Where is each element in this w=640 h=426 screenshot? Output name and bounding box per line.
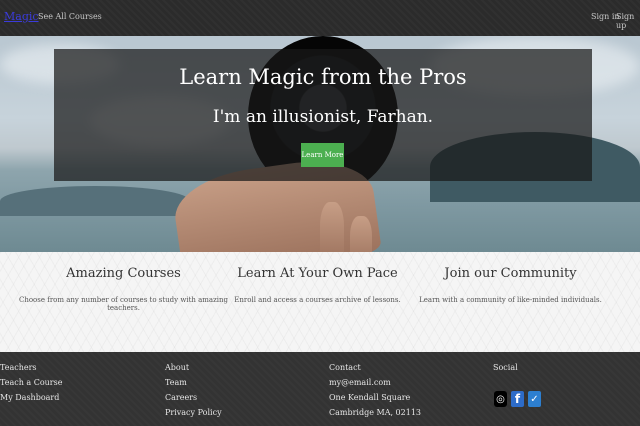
- feature-text: Learn with a community of like-minded in…: [419, 296, 602, 304]
- footer-address-line2: Cambridge MA, 02113: [329, 408, 422, 417]
- feature-title: Learn At Your Own Pace: [237, 266, 398, 281]
- navbar: Magic See All Courses Sign in Sign up: [0, 0, 640, 36]
- hero-subtitle: I'm an illusionist, Farhan.: [212, 107, 434, 127]
- footer-link-dashboard[interactable]: My Dashboard: [0, 390, 62, 405]
- sign-up-link[interactable]: Sign up: [616, 12, 640, 30]
- social-icons: ◎ f ✓: [494, 391, 541, 407]
- github-icon[interactable]: ◎: [494, 391, 507, 407]
- feature-community: Join our Community Learn with a communit…: [404, 252, 617, 304]
- twitter-icon[interactable]: ✓: [528, 391, 541, 407]
- learn-more-button[interactable]: Learn More: [301, 143, 344, 167]
- footer-heading-social: Social: [493, 363, 518, 372]
- hero-overlay-panel: Learn Magic from the Pros I'm an illusio…: [54, 49, 592, 181]
- footer-link-teach-course[interactable]: Teach a Course: [0, 375, 62, 390]
- feature-title: Join our Community: [444, 266, 577, 281]
- hero-section: Learn Magic from the Pros I'm an illusio…: [0, 36, 640, 252]
- hero-mountain: [0, 186, 190, 216]
- facebook-icon[interactable]: f: [511, 391, 524, 407]
- hand-finger: [320, 202, 344, 252]
- footer-link-team[interactable]: Team: [165, 375, 222, 390]
- feature-title: Amazing Courses: [66, 266, 181, 281]
- see-all-courses-link[interactable]: See All Courses: [38, 12, 102, 21]
- brand-logo-link[interactable]: Magic: [4, 10, 39, 23]
- footer-link-careers[interactable]: Careers: [165, 390, 222, 405]
- footer-email[interactable]: my@email.com: [329, 375, 421, 390]
- feature-text: Enroll and access a courses archive of l…: [234, 296, 401, 304]
- footer-heading-teachers[interactable]: Teachers: [0, 360, 62, 375]
- hero-title: Learn Magic from the Pros: [179, 65, 467, 89]
- hand-finger: [350, 216, 372, 252]
- features-section: Amazing Courses Choose from any number o…: [0, 252, 640, 352]
- footer-link-privacy[interactable]: Privacy Policy: [165, 405, 222, 420]
- footer-column-teachers: Teachers Teach a Course My Dashboard: [0, 360, 62, 405]
- footer-column-contact: Contact my@email.com One Kendall Square …: [329, 360, 421, 420]
- footer: Teachers Teach a Course My Dashboard Abo…: [0, 352, 640, 426]
- feature-text: Choose from any number of courses to stu…: [18, 296, 229, 312]
- footer-heading-contact[interactable]: Contact: [329, 360, 421, 375]
- feature-amazing-courses: Amazing Courses Choose from any number o…: [17, 252, 230, 312]
- feature-own-pace: Learn At Your Own Pace Enroll and access…: [211, 252, 424, 304]
- footer-column-social: Social: [493, 360, 518, 375]
- footer-heading-about[interactable]: About: [165, 360, 222, 375]
- footer-column-about: About Team Careers Privacy Policy: [165, 360, 222, 420]
- footer-address-line1: One Kendall Square: [329, 393, 411, 402]
